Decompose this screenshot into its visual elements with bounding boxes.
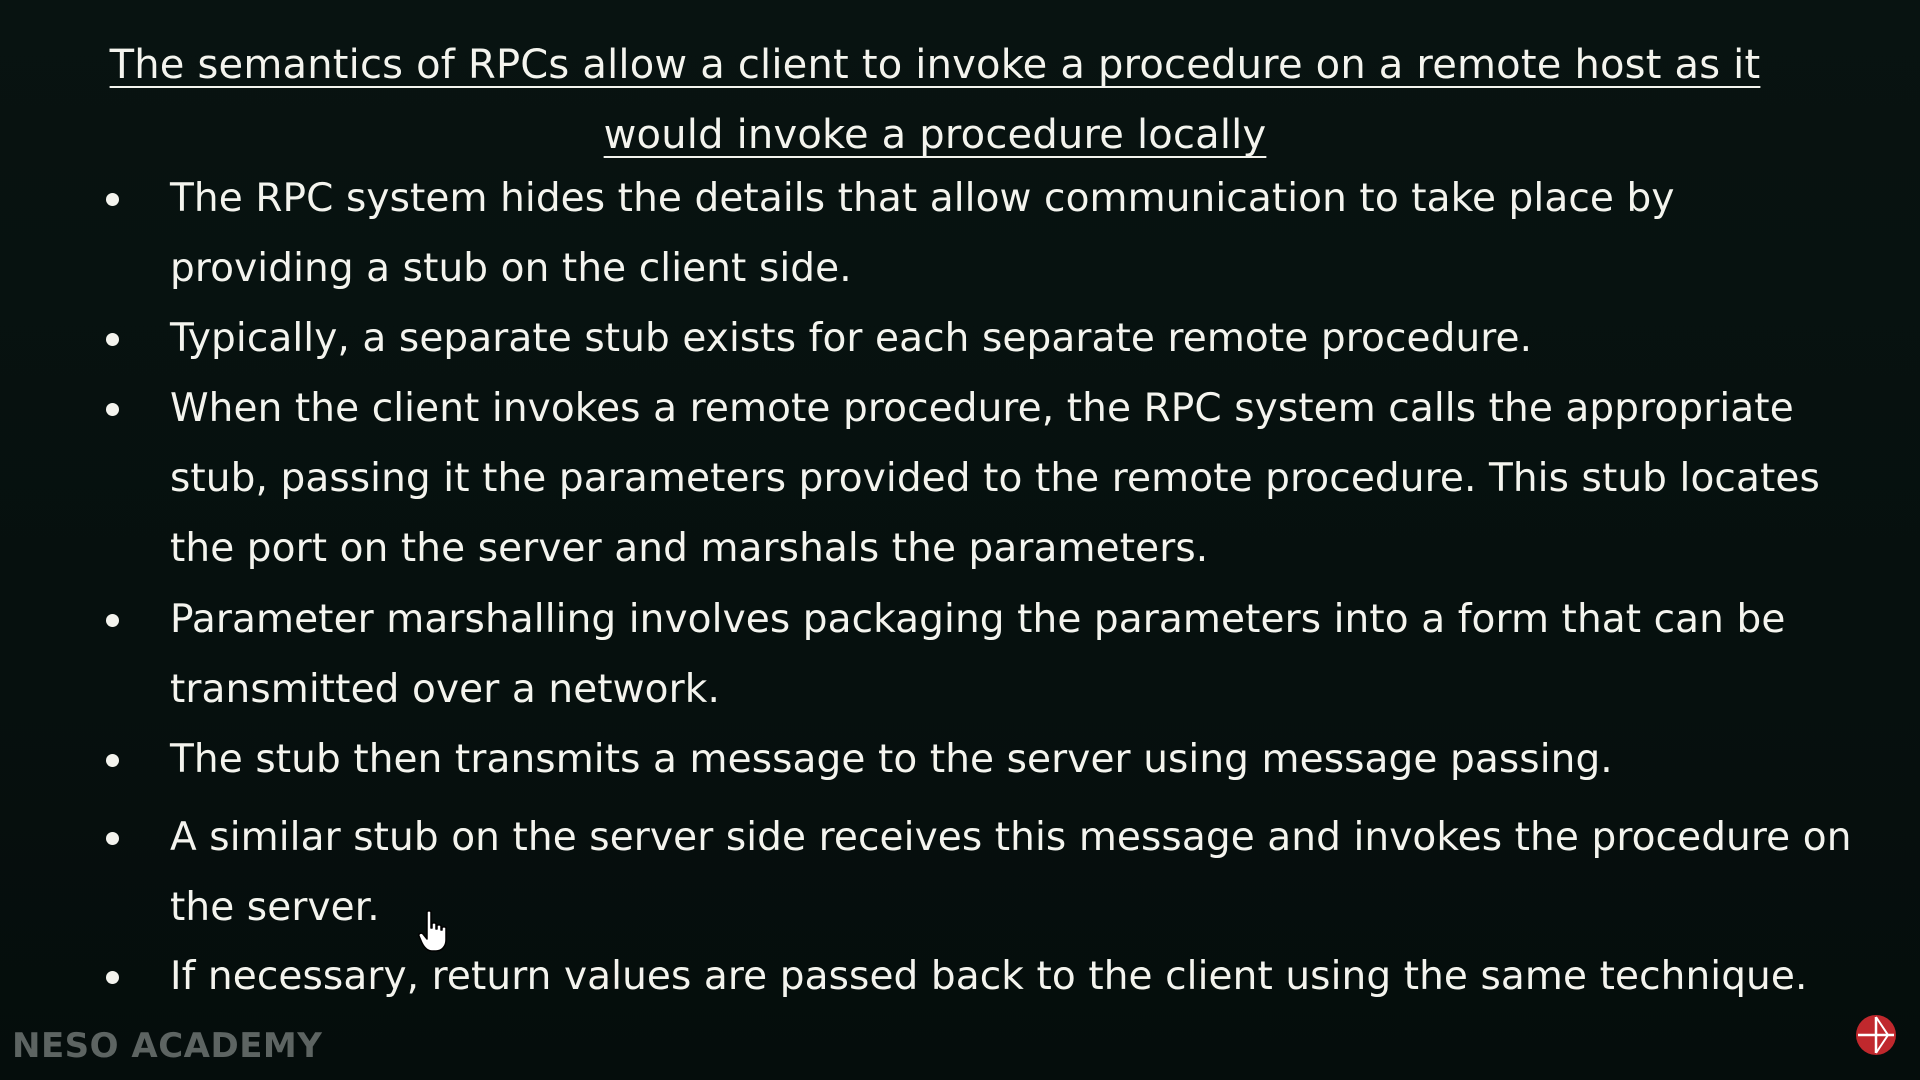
bullet-dot <box>106 333 119 346</box>
bullet-dot <box>106 614 119 627</box>
bullet-text: The stub then transmits a message to the… <box>170 737 1613 782</box>
neso-logo-icon <box>1856 1015 1896 1055</box>
bullet-dot <box>106 403 119 416</box>
bullet-item: The stub then transmits a message to the… <box>100 725 1860 795</box>
bullet-text: When the client invokes a remote procedu… <box>170 386 1820 571</box>
slide-heading: The semantics of RPCs allow a client to … <box>109 42 1761 158</box>
bullet-dot <box>106 193 119 206</box>
bullet-item: If necessary, return values are passed b… <box>100 942 1860 1012</box>
bullet-item: Typically, a separate stub exists for ea… <box>100 304 1860 374</box>
bullet-dot <box>106 832 119 845</box>
bullet-item: A similar stub on the server side receiv… <box>100 803 1860 943</box>
neso-academy-watermark: NESO ACADEMY <box>12 1026 323 1066</box>
bullet-item: Parameter marshalling involves packaging… <box>100 585 1860 725</box>
bullet-item: The RPC system hides the details that al… <box>100 164 1860 304</box>
bullet-text: The RPC system hides the details that al… <box>170 176 1675 291</box>
bullet-text: Parameter marshalling involves packaging… <box>170 597 1786 712</box>
bullet-dot <box>106 971 119 984</box>
hand-pointer-icon <box>418 910 447 952</box>
bullet-dot <box>106 754 119 767</box>
bullet-text: Typically, a separate stub exists for ea… <box>170 316 1533 361</box>
slide: The semantics of RPCs allow a client to … <box>0 0 1920 1080</box>
bullet-item: When the client invokes a remote procedu… <box>100 374 1860 584</box>
